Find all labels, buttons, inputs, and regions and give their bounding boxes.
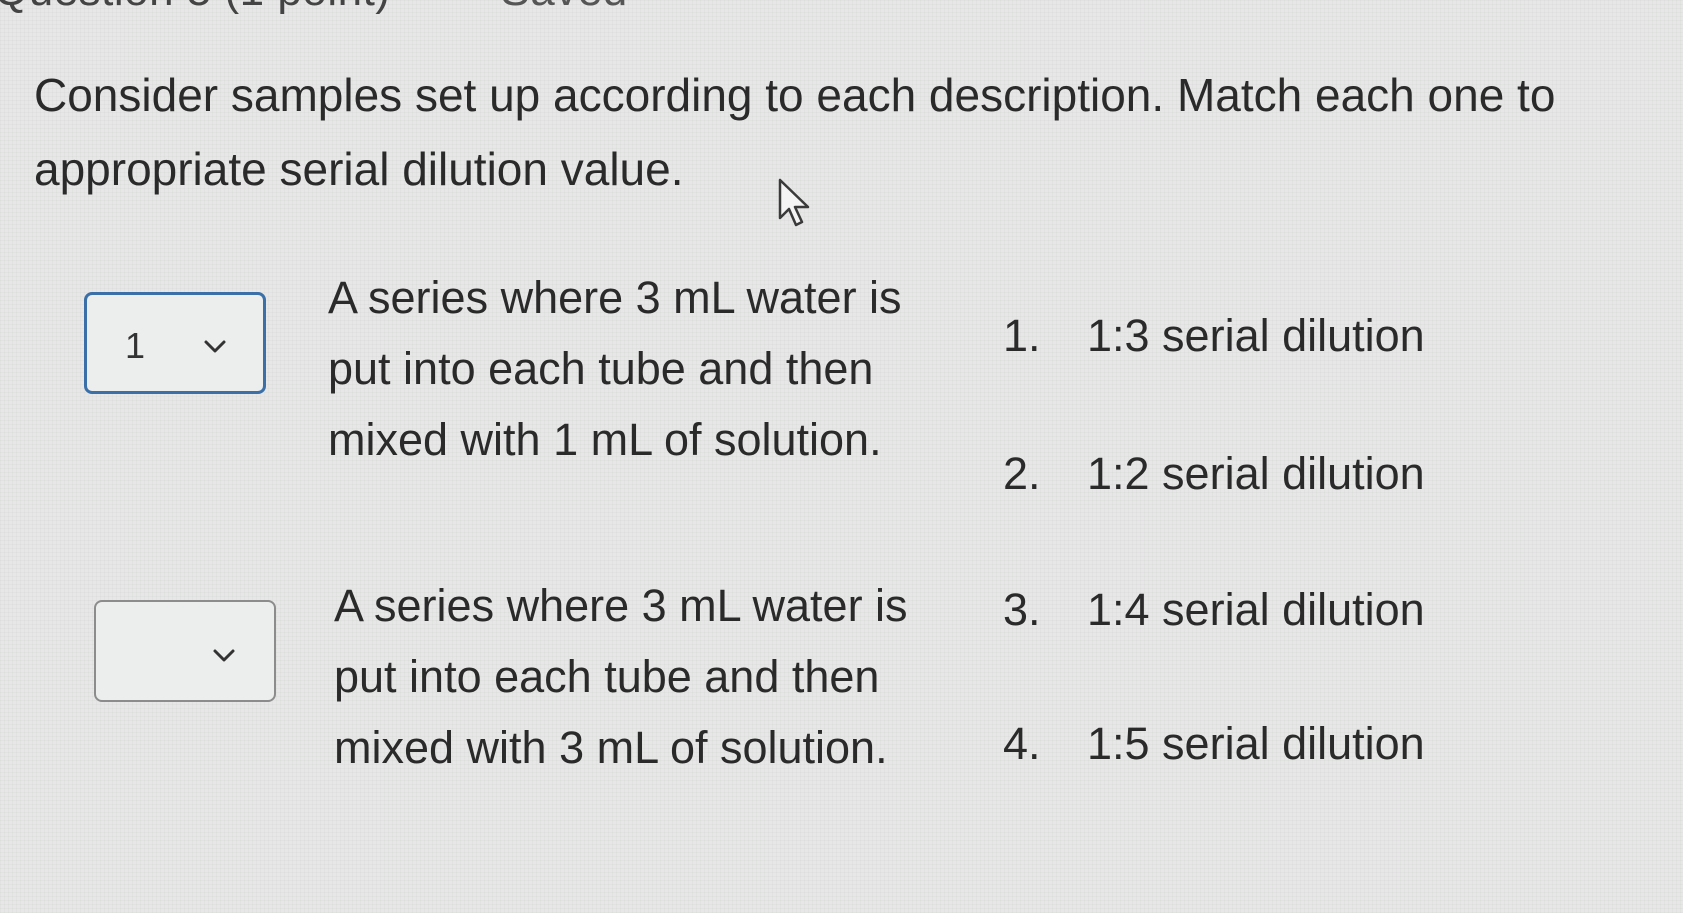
match-description-2: A series where 3 mL water is put into ea… — [334, 580, 908, 773]
mouse-pointer-icon — [778, 178, 810, 227]
option-label: 1:3 serial dilution — [1087, 310, 1425, 361]
option-item-1: 1. 1:3 serial dilution — [1003, 310, 1425, 362]
saved-status: Saved — [500, 0, 627, 15]
question-label: Question 5 (1 point) — [0, 0, 390, 15]
option-label: 1:4 serial dilution — [1087, 584, 1425, 635]
option-number: 3. — [1003, 584, 1041, 635]
option-number: 2. — [1003, 448, 1041, 499]
question-header: Question 5 (1 point) Saved — [0, 0, 628, 16]
chevron-down-icon — [204, 340, 226, 353]
option-label: 1:2 serial dilution — [1087, 448, 1425, 499]
question-prompt: Consider samples set up according to eac… — [34, 69, 1556, 195]
option-item-4: 4. 1:5 serial dilution — [1003, 718, 1425, 770]
option-label: 1:5 serial dilution — [1087, 718, 1425, 769]
chevron-down-icon — [213, 649, 235, 662]
match-select-2[interactable] — [94, 600, 276, 702]
select-value: 1 — [125, 325, 146, 366]
match-select-1[interactable]: 1 — [84, 292, 266, 394]
option-number: 4. — [1003, 718, 1041, 769]
option-item-3: 3. 1:4 serial dilution — [1003, 584, 1425, 636]
match-description-1: A series where 3 mL water is put into ea… — [328, 272, 902, 465]
option-number: 1. — [1003, 310, 1041, 361]
option-item-2: 2. 1:2 serial dilution — [1003, 448, 1425, 500]
